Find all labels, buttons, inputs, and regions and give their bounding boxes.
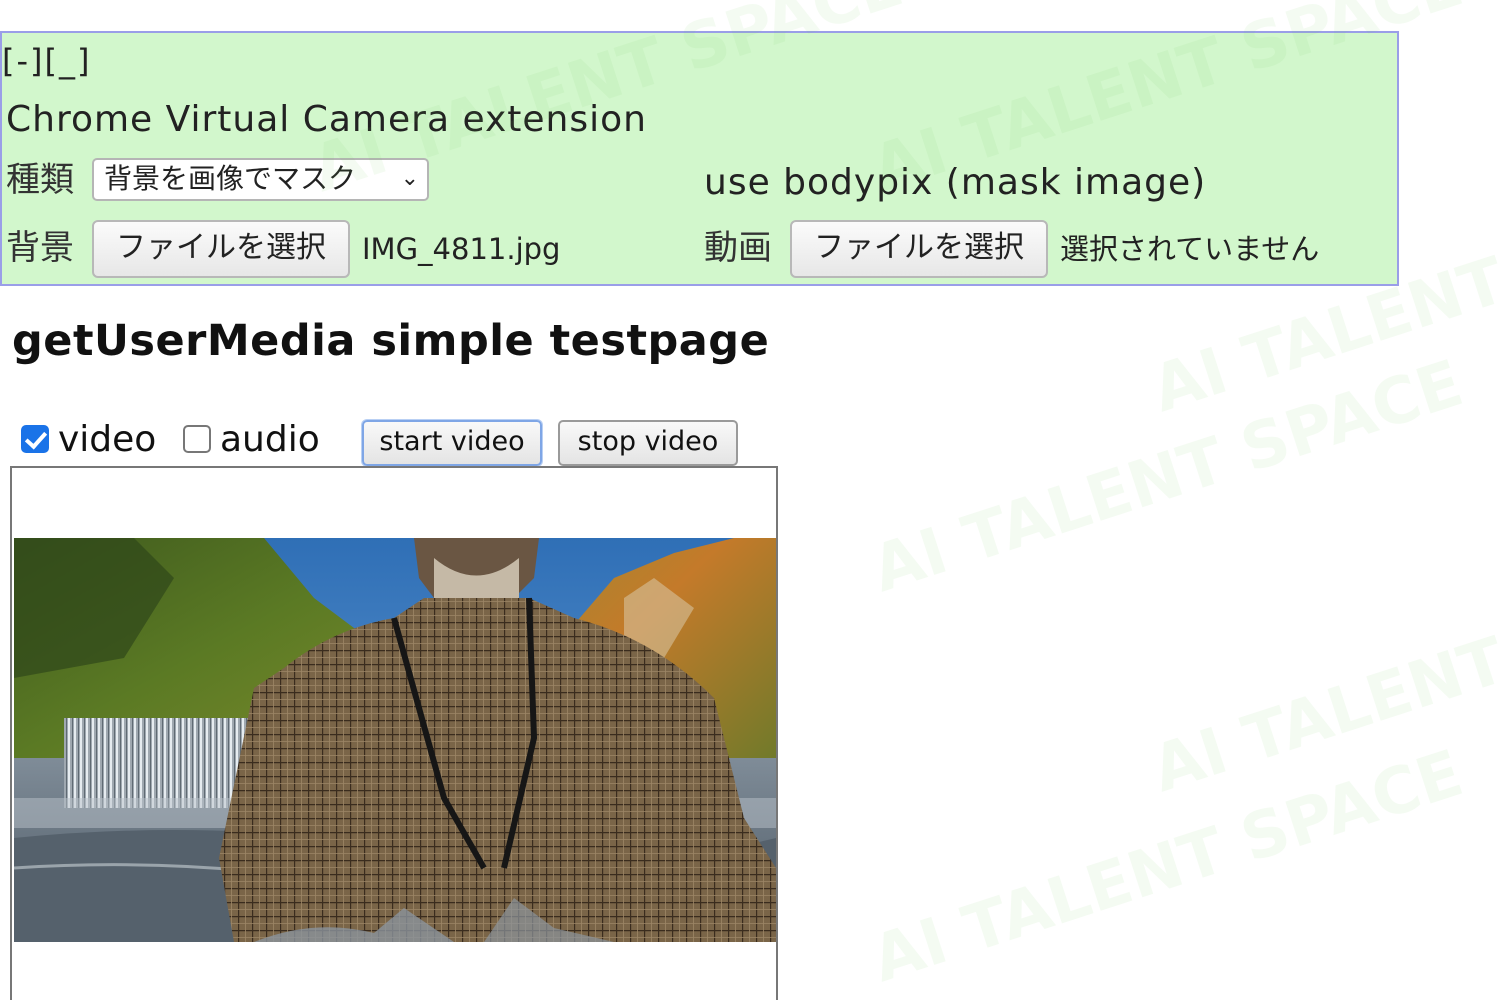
stop-video-button[interactable]: stop video xyxy=(558,420,738,466)
video-frame-image xyxy=(14,538,776,942)
background-file-button[interactable]: ファイルを選択 xyxy=(92,220,350,278)
panel-collapse-control[interactable]: [-][_] xyxy=(2,44,91,78)
extension-title: Chrome Virtual Camera extension xyxy=(6,99,647,140)
chevron-down-icon: ⌄ xyxy=(400,166,419,191)
background-label: 背景 xyxy=(6,228,74,268)
background-file-name: IMG_4811.jpg xyxy=(362,232,561,266)
type-select-value: 背景を画像でマスク xyxy=(104,162,357,195)
watermark-text: AI TALENT SPACE xyxy=(863,346,1472,608)
video-file-status: 選択されていません xyxy=(1060,232,1320,266)
mode-description: use bodypix (mask image) xyxy=(704,162,1207,203)
video-preview xyxy=(10,466,778,1000)
watermark-text: AI TALENT SPACE xyxy=(1143,547,1500,808)
page: [-][_] Chrome Virtual Camera extension 種… xyxy=(0,0,1500,1000)
video-checkbox[interactable] xyxy=(21,425,49,453)
video-checkbox-label: video xyxy=(58,419,157,460)
video-source-label: 動画 xyxy=(704,228,772,268)
start-video-button[interactable]: start video xyxy=(362,420,542,466)
page-title: getUserMedia simple testpage xyxy=(12,316,770,366)
type-select[interactable]: 背景を画像でマスク ⌄ xyxy=(92,158,429,201)
video-file-button[interactable]: ファイルを選択 xyxy=(790,220,1048,278)
audio-checkbox-label: audio xyxy=(220,419,320,460)
type-label: 種類 xyxy=(6,160,74,200)
watermark-text: AI TALENT SPACE xyxy=(863,736,1472,998)
audio-checkbox[interactable] xyxy=(183,425,211,453)
